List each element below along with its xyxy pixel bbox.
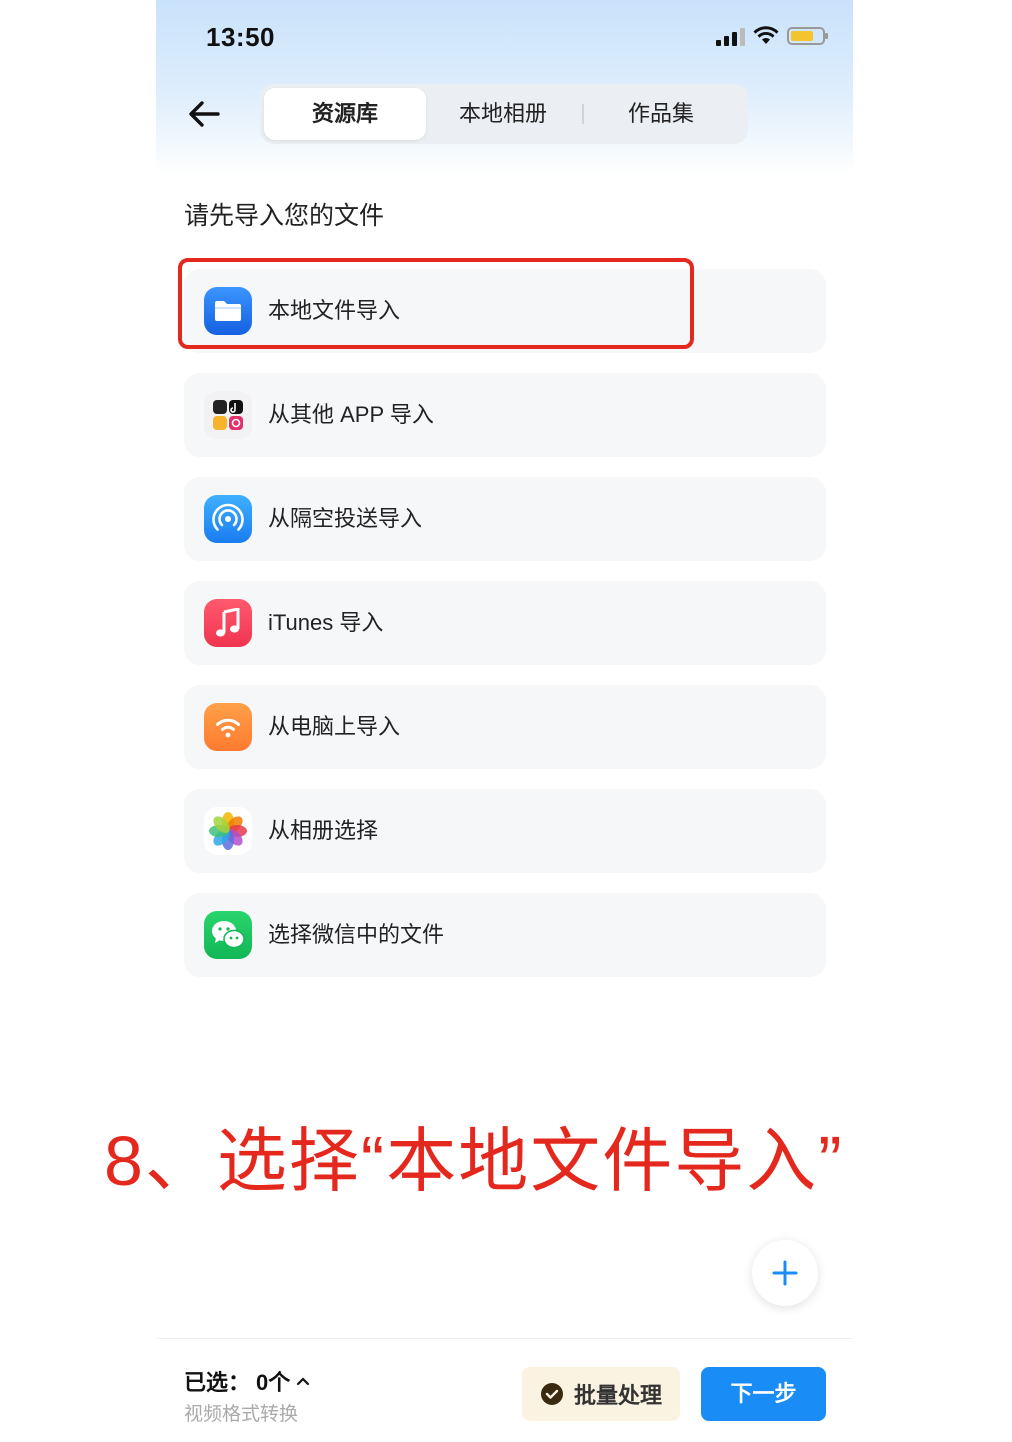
back-arrow-icon[interactable] [184, 96, 224, 132]
tab-bar: 资源库 本地相册 作品集 [260, 84, 748, 144]
chevron-up-icon [297, 1377, 310, 1386]
item-label: 从相册选择 [268, 818, 379, 843]
selected-label: 已选： [184, 1370, 251, 1395]
import-from-computer-item[interactable]: 从电脑上导入 [184, 685, 826, 769]
tab-resource-library[interactable]: 资源库 [264, 88, 426, 140]
status-icons [716, 26, 828, 46]
import-itunes-item[interactable]: iTunes 导入 [184, 581, 826, 665]
phone-screen: 13:50 资源库 本地相册 作品集 请先导入您的文件 本地文件导入 从其他 A… [156, 0, 853, 1442]
choose-wechat-files-item[interactable]: 选择微信中的文件 [184, 893, 826, 977]
check-circle-icon [540, 1383, 563, 1405]
highlight-box [178, 258, 694, 349]
item-label: 选择微信中的文件 [268, 922, 445, 947]
cellular-signal-icon [716, 26, 745, 46]
airdrop-icon [204, 495, 252, 543]
format-convert-subtext: 视频格式转换 [184, 1404, 299, 1425]
batch-process-button[interactable]: 批量处理 [522, 1367, 680, 1421]
selected-summary[interactable]: 已选： 0个 [184, 1365, 310, 1397]
import-heading: 请先导入您的文件 [184, 202, 385, 230]
item-label: 从其他 APP 导入 [268, 402, 434, 427]
status-time: 13:50 [206, 22, 275, 52]
import-airdrop-item[interactable]: 从隔空投送导入 [184, 477, 826, 561]
next-step-button[interactable]: 下一步 [701, 1367, 826, 1421]
battery-icon [787, 27, 828, 45]
instruction-caption: 8、选择“本地文件导入” [104, 1122, 844, 1200]
wifi-status-icon [753, 26, 779, 44]
item-label: iTunes 导入 [268, 610, 384, 635]
item-label: 从隔空投送导入 [268, 506, 423, 531]
wechat-icon [204, 911, 252, 959]
add-button[interactable] [752, 1240, 818, 1306]
bottom-bar: 已选： 0个 视频格式转换 批量处理 下一步 [156, 1338, 853, 1442]
import-other-app-item[interactable]: 从其他 APP 导入 [184, 373, 826, 457]
tab-portfolio[interactable]: 作品集 [584, 88, 738, 140]
photos-flower-icon [204, 807, 252, 855]
tab-local-album[interactable]: 本地相册 [426, 88, 580, 140]
batch-process-label: 批量处理 [573, 1383, 662, 1408]
music-note-icon [204, 599, 252, 647]
plus-icon [772, 1260, 798, 1286]
selected-count: 0个 [256, 1370, 291, 1395]
choose-from-album-item[interactable]: 从相册选择 [184, 789, 826, 873]
other-apps-icon [204, 391, 252, 439]
item-label: 从电脑上导入 [268, 714, 401, 739]
wifi-icon [204, 703, 252, 751]
